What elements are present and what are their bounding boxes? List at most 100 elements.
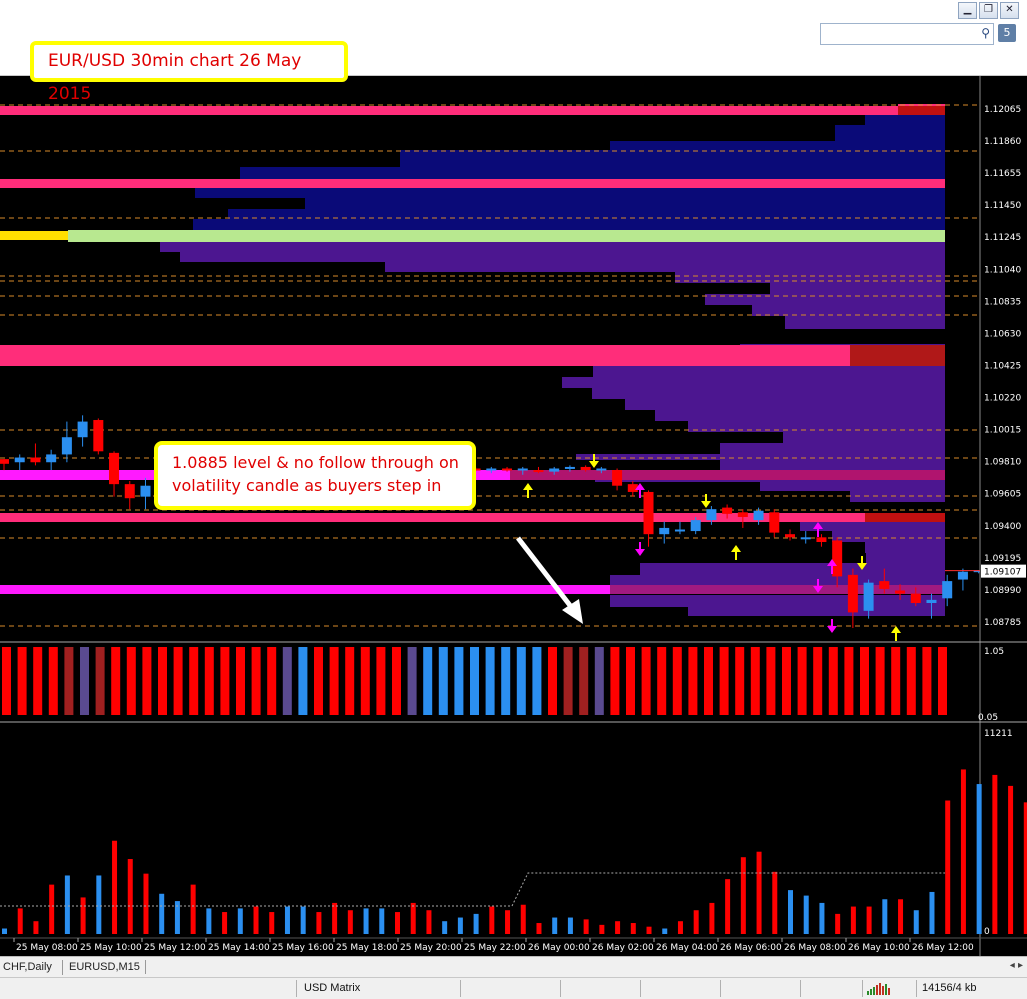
- candle-body: [627, 484, 638, 492]
- time-tick-label: 25 May 08:00: [16, 943, 78, 953]
- matrix-bar: [563, 647, 573, 715]
- matrix-bar: [142, 647, 152, 715]
- search-input[interactable]: ⚲: [820, 23, 994, 45]
- price-level-band: [610, 585, 945, 594]
- matrix-bar: [750, 647, 760, 715]
- price-level-band: [0, 106, 898, 115]
- volume-bar: [379, 908, 385, 934]
- status-divider: [916, 980, 917, 997]
- volume-bar: [803, 895, 809, 934]
- candle-body: [61, 437, 72, 455]
- price-tick-label: 1.11040: [984, 265, 1021, 275]
- price-tick-label: 1.11450: [984, 201, 1021, 211]
- matrix-bar: [345, 647, 355, 715]
- profile-bar: [640, 563, 945, 575]
- matrix-bar: [173, 647, 183, 715]
- price-tick-label: 1.10220: [984, 394, 1021, 404]
- matrix-bar: [17, 647, 27, 715]
- volume-bar: [740, 857, 746, 934]
- candle: [674, 521, 685, 535]
- buy-signal-arrow: [731, 545, 741, 560]
- buy-signal-arrow: [891, 626, 901, 641]
- sell-signal-arrow: [827, 619, 837, 633]
- volume-bar: [442, 921, 448, 934]
- volume-bar: [992, 774, 998, 934]
- tab-chf-daily[interactable]: CHF,Daily: [0, 960, 58, 975]
- price-level-band: [0, 585, 610, 594]
- profile-bar: [240, 167, 945, 179]
- window-controls: ▁ ❐ ✕: [958, 2, 1019, 19]
- matrix-bar: [797, 647, 807, 715]
- search-icon[interactable]: ⚲: [981, 26, 990, 40]
- matrix-bar: [267, 647, 277, 715]
- status-divider: [640, 980, 641, 997]
- profile-bar: [800, 522, 945, 531]
- restore-button[interactable]: ❐: [979, 2, 998, 19]
- matrix-bar: [454, 647, 464, 715]
- volume-bar: [300, 906, 306, 934]
- volume-bar: [630, 923, 636, 934]
- volume-max-label: 11211: [984, 729, 1013, 739]
- candle: [800, 531, 811, 544]
- chart-canvas[interactable]: 1.12065 1.11860 1.11655 1.11450 1.11245 1.110…: [0, 76, 1027, 956]
- profile-bar: [688, 421, 945, 432]
- note-line-2: volatility candle as buyers step in: [172, 476, 442, 495]
- matrix-bar: [501, 647, 511, 715]
- candle-body: [847, 574, 858, 613]
- matrix-bar: [314, 647, 323, 715]
- time-tick-label: 25 May 12:00: [144, 943, 206, 953]
- price-chart[interactable]: 1.12065 1.11860 1.11655 1.11450 1.11245 1.110…: [0, 76, 1027, 956]
- price-level-band: [865, 513, 945, 522]
- volume-bar: [237, 908, 243, 934]
- volume-bar: [2, 928, 7, 934]
- candle-body: [517, 468, 528, 471]
- profile-bar: [655, 410, 945, 421]
- candle: [785, 529, 795, 541]
- volume-bar: [552, 917, 558, 934]
- matrix-bar: [735, 647, 745, 715]
- price-tick-label: 1.09400: [984, 522, 1021, 532]
- candle-body: [502, 468, 513, 471]
- profile-bar: [193, 219, 945, 230]
- candle: [14, 454, 25, 471]
- volume-bar: [945, 800, 951, 934]
- matrix-bar: [719, 647, 729, 715]
- volume-bar: [788, 890, 793, 934]
- status-traffic: 14156/4 kb: [922, 982, 977, 994]
- volume-bar: [410, 902, 416, 934]
- matrix-bar: [657, 647, 667, 715]
- candle-body: [124, 484, 135, 499]
- volume-bar: [756, 851, 762, 934]
- tabs-scroll-arrows[interactable]: ◂ ▸: [1010, 960, 1023, 971]
- close-button[interactable]: ✕: [1000, 2, 1019, 19]
- price-tick-label: 1.11655: [984, 169, 1021, 179]
- candle-body: [690, 520, 701, 532]
- matrix-bar: [828, 647, 838, 715]
- price-tick-label: 1.11245: [984, 233, 1021, 243]
- volume-bar: [253, 906, 259, 934]
- time-tick-label: 26 May 10:00: [848, 943, 910, 953]
- matrix-bar: [922, 647, 932, 715]
- price-tick-label: 1.09810: [984, 458, 1021, 468]
- volume-bar: [143, 873, 149, 934]
- price-level-band: [0, 231, 68, 240]
- matrix-bar: [579, 647, 589, 715]
- volume-bar: [316, 912, 322, 934]
- matrix-bar: [516, 647, 526, 715]
- matrix-bar: [423, 647, 433, 715]
- time-tick-label: 25 May 10:00: [80, 943, 142, 953]
- candle-body: [722, 507, 733, 514]
- price-tick-label: 1.11860: [984, 137, 1021, 147]
- price-level-band: [898, 106, 945, 115]
- volume-bar: [426, 910, 432, 934]
- profile-bar: [610, 595, 945, 607]
- minimize-button[interactable]: ▁: [958, 2, 977, 19]
- volume-bar: [505, 910, 511, 934]
- community-icon[interactable]: 5: [998, 24, 1016, 42]
- profile-bar: [866, 553, 945, 563]
- matrix-bar: [407, 647, 417, 715]
- time-tick-label: 25 May 18:00: [336, 943, 398, 953]
- matrix-bar: [392, 647, 401, 715]
- candle-body: [596, 468, 607, 471]
- tab-eurusd-m15[interactable]: EURUSD,M15: [62, 960, 146, 975]
